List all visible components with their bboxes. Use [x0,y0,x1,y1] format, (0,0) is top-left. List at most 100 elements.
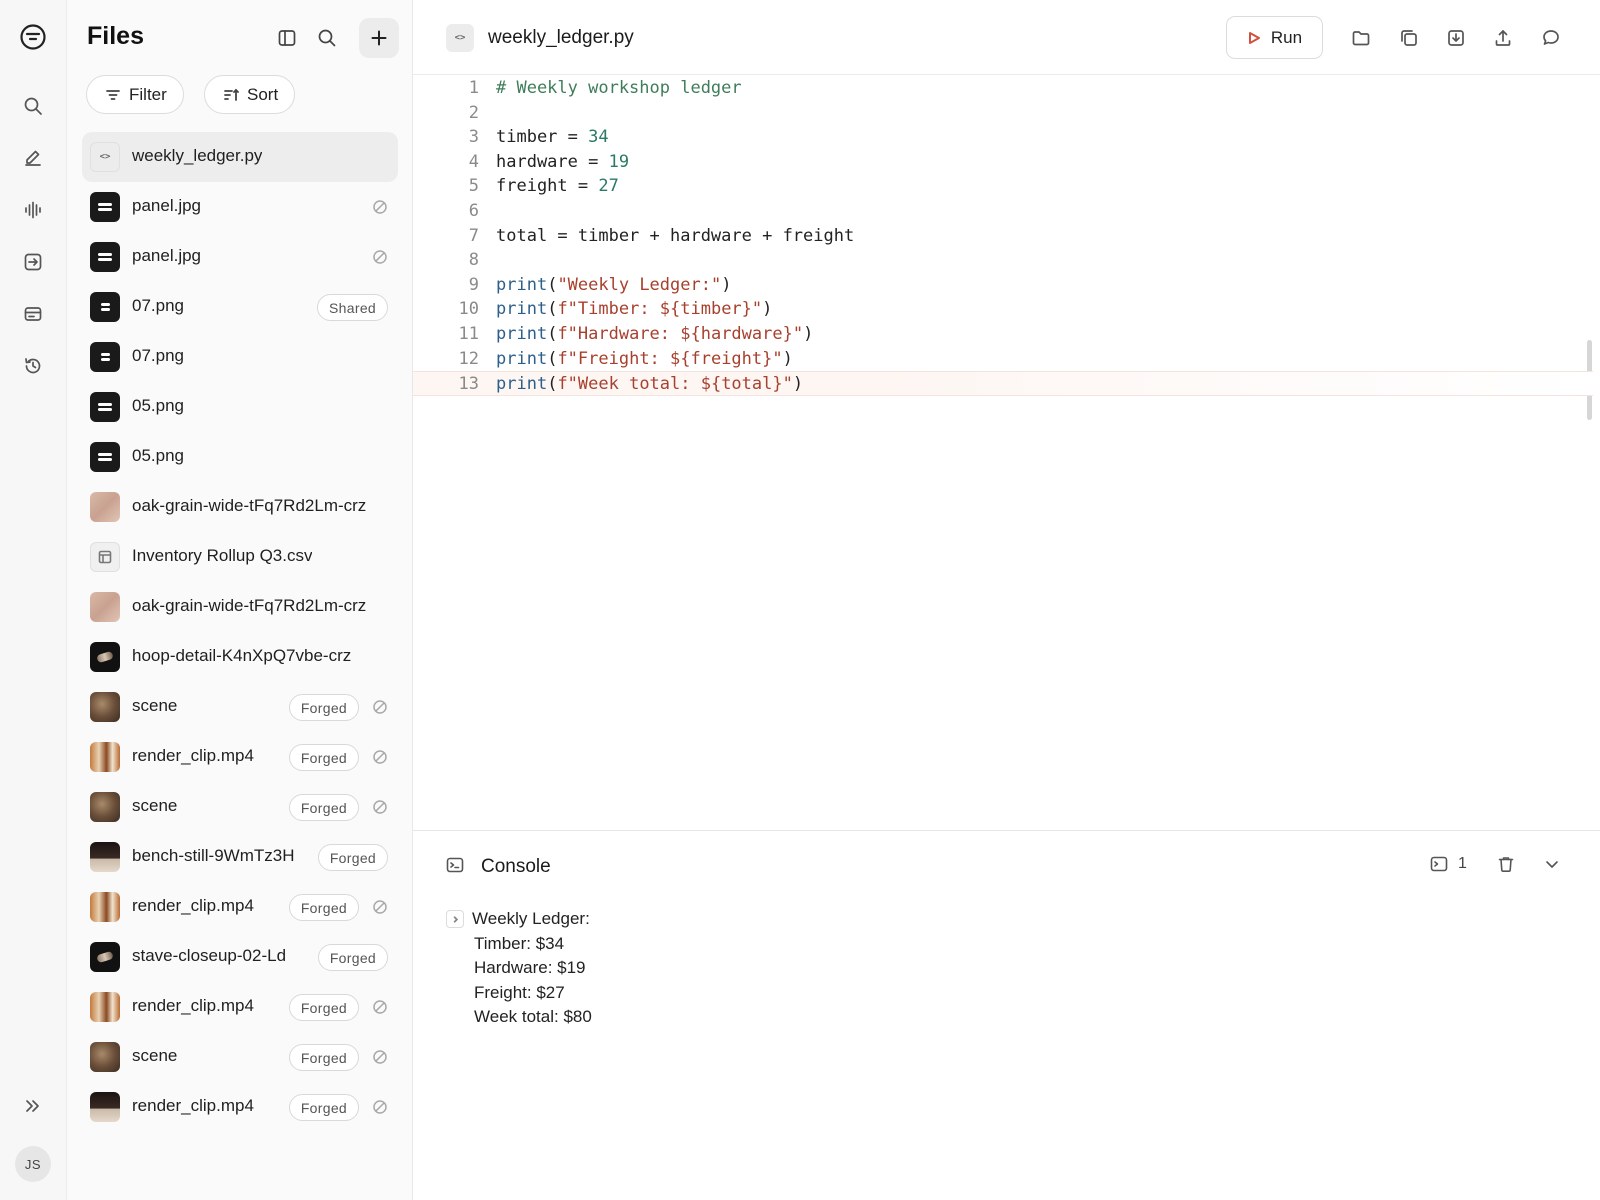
file-list-item[interactable]: <> weekly_ledger.py [82,132,398,182]
code-line[interactable]: 1 # Weekly workshop ledger [413,76,1593,101]
sort-label: Sort [247,84,279,104]
code-line[interactable]: 9 print("Weekly Ledger:") [413,273,1593,298]
editor-filename: weekly_ledger.py [488,27,634,48]
status-badge: Forged [288,694,359,721]
run-label: Run [1270,27,1303,47]
line-number: 4 [468,151,479,172]
status-badge: Forged [288,1094,359,1121]
blocked-icon [372,749,388,765]
file-list-item[interactable]: stave-closeup-02-Ld Forged [82,932,398,982]
blocked-icon [372,249,388,265]
avatar[interactable]: JS [15,1146,51,1182]
add-file-button[interactable] [359,18,399,58]
file-list-item[interactable]: scene Forged [82,782,398,832]
file-list: <> weekly_ledger.py panel.jpg panel.jpg 07.p… [82,132,398,1132]
line-number: 12 [458,348,479,369]
edit-icon[interactable] [13,138,53,178]
blocked-icon [372,1049,388,1065]
run-button[interactable]: Run [1226,16,1323,59]
sidebar-toggle-icon[interactable] [269,20,305,56]
file-list-item[interactable]: panel.jpg [82,182,398,232]
file-name: 05.png [132,396,184,415]
blocked-icon [372,1099,388,1115]
download-icon[interactable] [1440,22,1472,54]
card-icon[interactable] [13,294,53,334]
folder-icon[interactable] [1345,22,1377,54]
duplicate-icon[interactable] [1393,22,1425,54]
collapse-console-button[interactable] [1543,855,1561,873]
file-list-item[interactable]: 05.png [82,432,398,482]
console-messages-button[interactable]: 1 [1430,855,1467,873]
code-line[interactable]: 12 print(f"Freight: ${freight}") [413,347,1593,372]
file-name: bench-still-9WmTz3H [132,846,295,865]
file-thumbnail [90,692,120,722]
file-list-item[interactable]: scene Forged [82,682,398,732]
console-output-line: Week total: $80 [474,1007,592,1027]
code-token: ( [547,299,558,320]
code-line[interactable]: 11 print(f"Hardware: ${hardware}") [413,322,1593,347]
file-list-item[interactable]: render_clip.mp4 Forged [82,982,398,1032]
share-icon[interactable] [1487,22,1519,54]
main-area: <> weekly_ledger.py Run 1 # Weekly worksh… [413,0,1600,1200]
logo-icon[interactable] [13,17,53,57]
files-search-icon[interactable] [309,20,345,56]
file-thumbnail [90,1092,120,1122]
file-list-item[interactable]: 07.png [82,332,398,382]
file-thumbnail [90,892,120,922]
code-line[interactable]: 5 freight = 27 [413,174,1593,199]
audio-icon[interactable] [13,190,53,230]
output-expand-toggle[interactable] [446,910,464,928]
file-list-item[interactable]: bench-still-9WmTz3H Forged [82,832,398,882]
import-icon[interactable] [13,242,53,282]
code-line[interactable]: 13 print(f"Week total: ${total}") [413,371,1593,397]
code-text: hardware = 19 [496,152,629,172]
code-line[interactable]: 6 [413,199,1593,224]
file-list-item[interactable]: hoop-detail-K4nXpQ7vbe-crz [82,632,398,682]
clear-console-button[interactable] [1497,855,1515,873]
file-list-item[interactable]: Inventory Rollup Q3.csv [82,532,398,582]
code-token: f"Freight: ${freight}" [557,348,783,369]
file-list-item[interactable]: render_clip.mp4 Forged [82,1082,398,1132]
code-token: hardware = [496,151,609,172]
file-list-item[interactable]: panel.jpg [82,232,398,282]
code-line[interactable]: 8 [413,248,1593,273]
expand-icon[interactable] [13,1086,53,1126]
code-text: print(f"Timber: ${timber}") [496,299,772,319]
app-rail: JS [0,0,67,1200]
file-list-item[interactable]: oak-grain-wide-tFq7Rd2Lm-crz [82,582,398,632]
file-list-item[interactable]: 05.png [82,382,398,432]
code-token: # Weekly workshop ledger [496,78,742,98]
file-list-item[interactable]: render_clip.mp4 Forged [82,732,398,782]
code-token: print [496,274,548,295]
file-list-item[interactable]: oak-grain-wide-tFq7Rd2Lm-crz [82,482,398,532]
code-token: f"Hardware: ${hardware}" [557,324,804,344]
terminal-count-icon [1430,856,1448,872]
history-icon[interactable] [13,346,53,386]
code-line[interactable]: 7 total = timber + hardware + freight [413,224,1593,249]
image-file-icon [90,192,120,222]
file-thumbnail [90,642,120,672]
code-token: 34 [588,127,609,148]
file-list-item[interactable]: render_clip.mp4 Forged [82,882,398,932]
filter-button[interactable]: Filter [86,75,184,114]
file-thumbnail [90,742,120,772]
code-line[interactable]: 10 print(f"Timber: ${timber}") [413,297,1593,322]
status-badge: Forged [317,944,388,971]
code-token: print [496,324,548,344]
play-icon [1248,31,1260,44]
file-list-item[interactable]: 07.png Shared [82,282,398,332]
comment-icon[interactable] [1535,22,1567,54]
code-line[interactable]: 3 timber = 34 [413,125,1593,150]
code-token: ( [547,274,558,295]
search-icon[interactable] [13,86,53,126]
file-name: render_clip.mp4 [132,996,254,1015]
file-name: render_clip.mp4 [132,896,254,915]
file-list-item[interactable]: scene Forged [82,1032,398,1082]
code-token: ) [762,299,773,320]
code-editor[interactable]: 1 # Weekly workshop ledger 2 3 timber = 34 4 h… [413,78,1600,828]
sort-button[interactable]: Sort [204,75,296,114]
files-panel: Files Filter Sort <> weekly_ledger.py pane… [67,0,413,1200]
code-token: 19 [608,151,630,172]
code-line[interactable]: 2 [413,101,1593,126]
code-line[interactable]: 4 hardware = 19 [413,150,1593,175]
